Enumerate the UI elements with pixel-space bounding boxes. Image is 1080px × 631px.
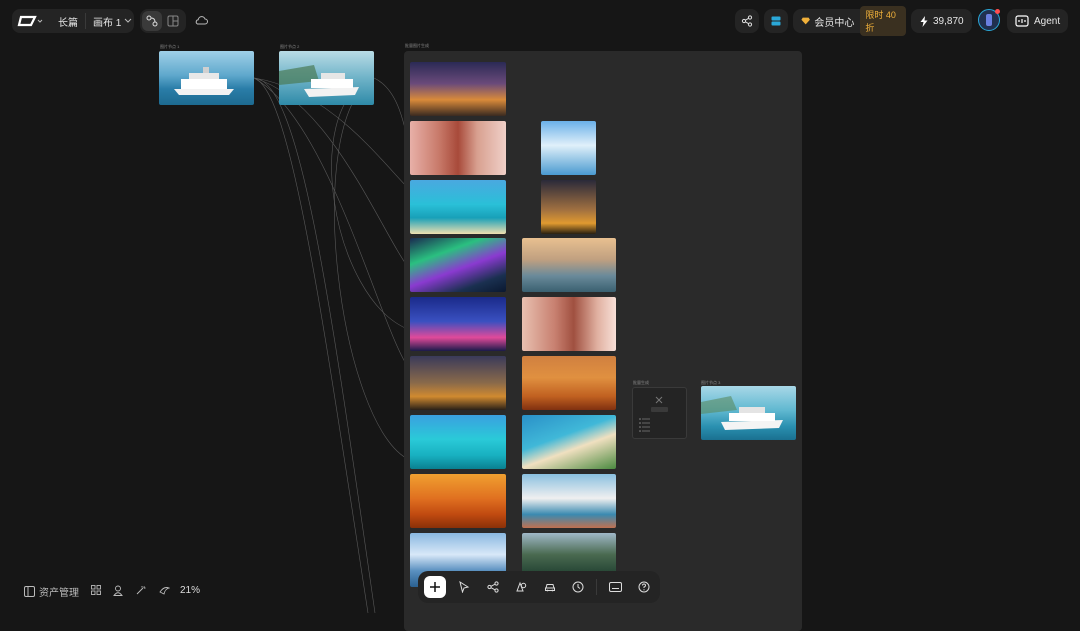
diamond-icon — [801, 17, 810, 25]
select-tool-button[interactable] — [454, 577, 474, 597]
image-dubai-2[interactable] — [541, 180, 596, 234]
car-icon — [544, 584, 555, 592]
help-icon — [638, 581, 650, 593]
notification-dot — [995, 9, 1000, 14]
vehicle-button[interactable] — [540, 577, 560, 597]
layers-icon — [771, 16, 781, 26]
cruise-ship-image — [174, 67, 234, 95]
batch-generate-node[interactable] — [632, 387, 687, 439]
node-label: 批量生成 — [633, 380, 649, 385]
image-desert[interactable] — [410, 474, 506, 528]
connection-icon — [146, 15, 158, 27]
image-desert-2[interactable] — [522, 356, 616, 410]
assets-label: 资产管理 — [39, 588, 79, 599]
project-name[interactable]: 长篇 — [58, 14, 78, 29]
divider — [85, 13, 86, 29]
add-node-button[interactable] — [424, 576, 446, 598]
magic-button[interactable] — [135, 584, 147, 596]
top-left-toolbar: 长篇 画布 1 — [12, 9, 134, 33]
connection-mode-button[interactable] — [142, 11, 162, 31]
sidebar-icon — [24, 586, 35, 597]
avatar[interactable] — [978, 9, 1000, 31]
avatar-image — [986, 14, 992, 26]
image-singapore-day[interactable] — [522, 238, 616, 292]
image-kyoto-2[interactable] — [522, 297, 616, 351]
cloud-icon — [195, 16, 208, 25]
cloud-sync-button[interactable] — [192, 12, 210, 30]
agent-label: Agent — [1034, 15, 1061, 27]
discount-badge: 限时 40 折 — [860, 6, 906, 36]
image-dubai[interactable] — [410, 356, 506, 410]
layout-icon — [167, 15, 179, 27]
keyboard-icon — [609, 582, 623, 592]
share-button[interactable] — [735, 9, 759, 33]
plus-icon — [430, 582, 440, 592]
style-button[interactable] — [158, 584, 170, 596]
divider — [596, 579, 598, 595]
assets-panel-button[interactable]: 资产管理 — [24, 584, 79, 599]
node-label: 图片节点 2 — [280, 44, 300, 49]
image-rio[interactable] — [410, 62, 506, 116]
workflow-button[interactable] — [483, 577, 503, 597]
magic-wand-icon — [136, 586, 146, 595]
member-center-label: 会员中心 — [814, 17, 855, 29]
shapes-icon — [516, 581, 527, 592]
image-node-cruise-2[interactable] — [279, 51, 374, 105]
grid-view-button[interactable] — [90, 584, 102, 596]
logo-icon — [17, 15, 43, 27]
image-singapore-night[interactable] — [410, 297, 506, 351]
agent-icon — [1015, 15, 1029, 27]
layers-button[interactable] — [764, 9, 788, 33]
help-button[interactable] — [634, 577, 654, 597]
image-beach-2[interactable] — [522, 415, 616, 469]
share-icon — [741, 15, 753, 27]
image-node-cruise-1[interactable] — [159, 51, 254, 105]
shapes-button[interactable] — [511, 577, 531, 597]
logo-menu-button[interactable] — [12, 9, 48, 33]
image-node-output[interactable] — [701, 386, 796, 440]
node-label: 图片节点 1 — [160, 44, 180, 49]
lightning-icon — [920, 15, 928, 27]
agent-button[interactable]: Agent — [1007, 9, 1068, 33]
group-label: 批量图片生成 — [405, 43, 429, 48]
character-button[interactable] — [112, 584, 124, 596]
mode-toggle — [140, 9, 186, 33]
credits-value: 39,870 — [933, 15, 964, 27]
chevron-down-icon — [124, 18, 132, 23]
workflow-icon — [487, 581, 499, 593]
clock-icon — [572, 581, 584, 593]
member-center-button[interactable]: 会员中心 限时 40 折 — [793, 6, 906, 36]
image-kyoto[interactable] — [410, 121, 506, 175]
canvas-selector[interactable]: 画布 1 — [93, 14, 121, 29]
credits-display[interactable]: 39,870 — [911, 9, 972, 33]
image-aurora[interactable] — [410, 238, 506, 292]
person-icon — [113, 585, 123, 596]
bottom-toolbar — [418, 571, 660, 603]
grid-icon — [91, 585, 101, 595]
generator-icon — [639, 396, 668, 432]
cruise-ship-image — [279, 65, 359, 97]
image-glacier-2[interactable] — [541, 121, 596, 175]
image-maldives[interactable] — [410, 415, 506, 469]
image-beach[interactable] — [410, 180, 506, 234]
keyboard-button[interactable] — [606, 577, 626, 597]
layout-mode-button[interactable] — [162, 11, 184, 31]
cruise-ship-image — [701, 396, 783, 430]
history-button[interactable] — [568, 577, 588, 597]
zoom-level[interactable]: 21% — [180, 585, 200, 596]
cursor-icon — [459, 581, 470, 593]
style-icon — [158, 587, 170, 595]
image-cruise-3[interactable] — [522, 474, 616, 528]
